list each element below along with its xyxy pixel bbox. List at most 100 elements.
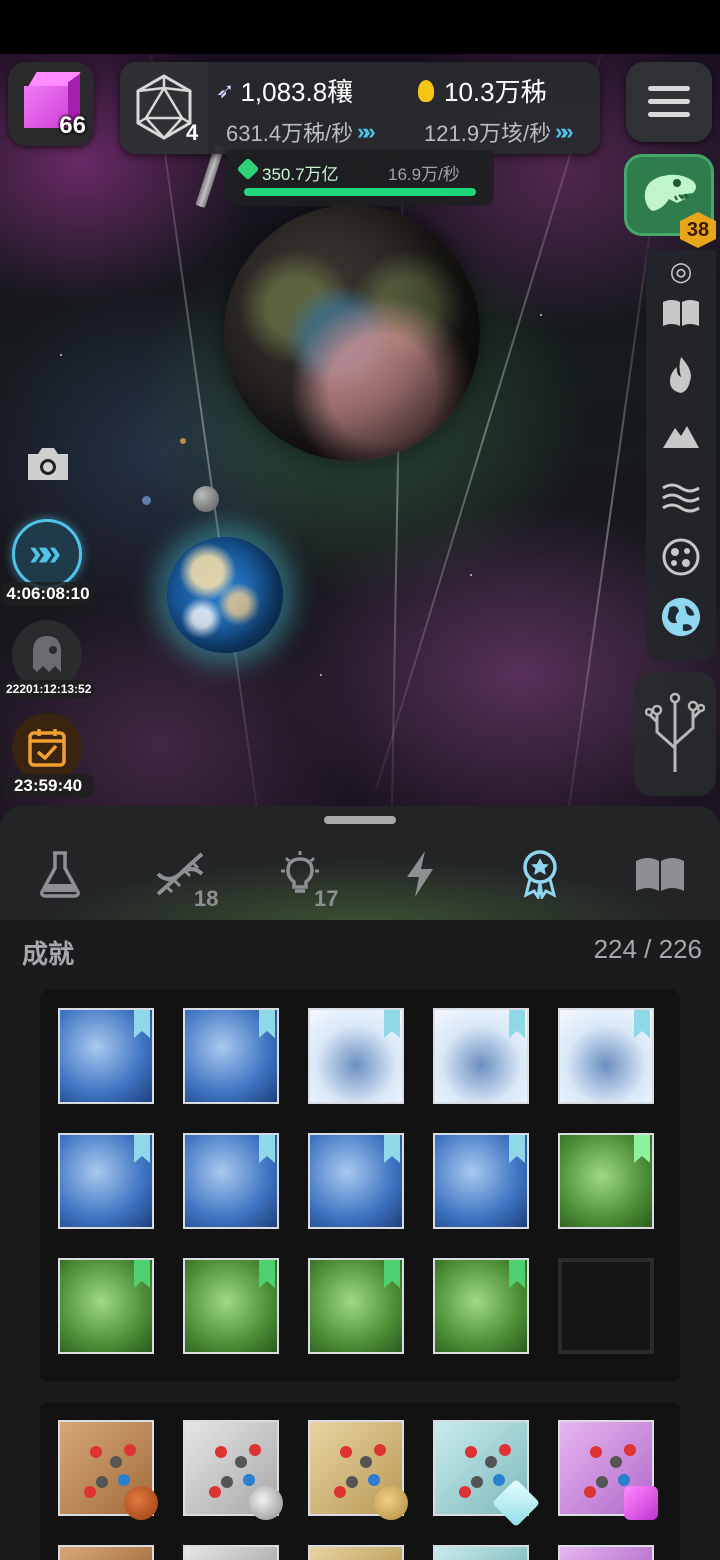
achievement-lions[interactable] [433,1133,529,1229]
resource-b-rate-row: 121.9万垓/秒 »» [424,116,574,148]
gem-shop-button[interactable]: 66 [8,62,94,146]
tab-bar: 18 17 [0,806,720,920]
rocket-icon: ➶ [216,77,235,103]
achievement-head[interactable] [58,1133,154,1229]
achievements-count: 224 / 226 [593,934,702,964]
achievement-whale[interactable] [308,1008,404,1104]
fast-forward-icon: »» [555,119,574,144]
game-screen: 66 4 ➶ 1,083.8穰 631.4万秭/秒 »» 10.3万秭 121.… [0,0,720,1560]
book-icon [636,858,684,891]
tab-bolt[interactable] [390,844,450,904]
achievement-jellyfish[interactable] [183,1008,279,1104]
d20-button[interactable]: 4 [120,62,208,154]
fast-forward-icon: »» [357,119,376,144]
silver-medal-icon [249,1486,283,1520]
dino-icon [644,174,696,211]
achievement-humans[interactable] [558,1008,654,1104]
tab-achievements[interactable] [510,844,570,904]
achievement-ice-planet[interactable] [308,1133,404,1229]
star [180,438,186,444]
gold-medal-icon [374,1486,408,1520]
star [142,496,151,505]
gem-cube-icon [624,1486,658,1520]
resource-a: ➶ 1,083.8穰 [216,72,353,109]
award-icon [523,850,557,899]
tab-dna-count: 18 [194,886,219,911]
biomass-panel[interactable]: 350.7万亿 16.9万/秒 [226,150,494,206]
bulb-icon [418,79,434,102]
achievement-locked-slot[interactable] [558,1258,654,1354]
achievement-molecule-gold[interactable] [308,1420,408,1520]
achievement-partial-row[interactable] [433,1545,529,1560]
book-icon[interactable] [660,292,702,334]
ghost-icon [33,636,61,672]
mountain-icon[interactable] [660,414,702,456]
biomass-value: 350.7万亿 [262,165,339,184]
resource-a-value: 1,083.8穰 [240,77,354,107]
tab-book[interactable] [630,844,690,904]
biomass-progress-bar [244,188,476,196]
achievement-group-1 [40,990,680,1382]
resource-b-rate: 121.9万垓/秒 [424,121,552,146]
achievements-title: 成就 [22,939,75,969]
achievement-molecule-bronze[interactable] [58,1420,158,1520]
achievement-partial-row[interactable] [58,1545,154,1560]
bottom-sheet: 18 17 成就 224 / 226 [0,806,720,1560]
resource-b: 10.3万秭 [418,72,547,109]
achievement-partial-row[interactable] [183,1545,279,1560]
achievement-asteroid[interactable] [58,1258,154,1354]
planet-earth[interactable] [167,537,283,653]
achievement-group-2 [40,1402,680,1560]
achievement-molecule-gem[interactable] [558,1420,658,1520]
right-sidebar: ◎ [646,250,716,662]
bolt-icon [407,851,433,897]
achievement-crocodile[interactable] [308,1258,404,1354]
evolution-tree-button[interactable] [634,672,716,796]
achievement-t-rex[interactable] [183,1258,279,1354]
achievement-partial-row[interactable] [308,1545,404,1560]
achievement-cyborg[interactable] [183,1133,279,1229]
waves-icon[interactable] [660,476,702,518]
camera-icon [28,448,68,480]
gem-count: 66 [59,112,86,139]
biomass-rate: 16.9万/秒 [388,165,460,184]
fire-icon[interactable] [660,354,702,396]
achievement-bird[interactable] [433,1258,529,1354]
menu-button[interactable] [626,62,712,142]
calendar-button[interactable] [12,713,82,783]
bronze-medal-icon [124,1486,158,1520]
resource-a-rate: 631.4万秭/秒 [226,121,354,146]
resource-b-value: 10.3万秭 [444,77,547,107]
leaf-icon [236,157,260,181]
calendar-icon [28,729,66,767]
resource-panel[interactable]: 4 ➶ 1,083.8穰 631.4万秭/秒 »» 10.3万秭 121.9万垓… [120,62,600,154]
tab-flask[interactable] [30,844,90,904]
tree-icon [645,692,705,772]
achievement-dino-skull[interactable] [558,1133,654,1229]
camera-button[interactable] [24,444,72,484]
globe-icon[interactable] [660,596,702,638]
eye-icon[interactable]: ◎ [660,250,702,292]
boost-timer: 4:06:08:10 [2,582,94,606]
d20-level: 4 [186,120,199,145]
achievement-meteor[interactable] [433,1008,529,1104]
drag-handle[interactable] [324,816,396,824]
star [320,674,322,676]
achievement-molecule-diamond[interactable] [433,1420,541,1528]
ghost-timer: 22201:12:13:52 [2,680,94,698]
calendar-timer: 23:59:40 [2,774,94,798]
fast-forward-icon: »» [29,532,61,574]
cells-icon[interactable] [660,536,702,578]
moon [193,486,219,512]
flask-icon [40,851,80,898]
star [470,574,472,576]
resource-a-rate-row: 631.4万秭/秒 »» [226,116,376,148]
star [540,314,542,316]
planet-large[interactable] [224,205,480,461]
achievement-dna[interactable] [58,1008,154,1104]
achievement-partial-row[interactable] [558,1545,654,1560]
boost-button[interactable]: »» [12,519,82,589]
d20-icon [136,74,192,140]
tab-idea-count: 17 [314,886,339,911]
achievement-molecule-silver[interactable] [183,1420,283,1520]
